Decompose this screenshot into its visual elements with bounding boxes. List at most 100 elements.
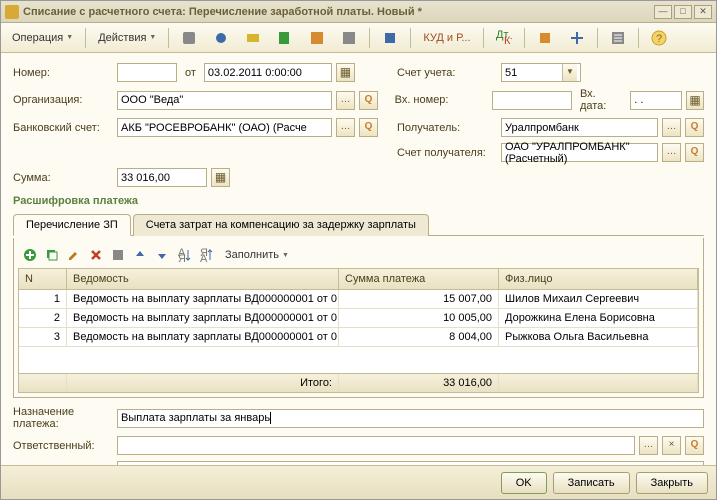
app-icon (5, 5, 19, 19)
bank-pick-button[interactable]: … (336, 118, 355, 137)
org-lookup-button[interactable]: Q (359, 91, 378, 110)
add-row-button[interactable] (20, 245, 40, 265)
sort-asc-button[interactable]: AЯ (174, 245, 194, 265)
toolbar-icon-9[interactable] (562, 26, 592, 50)
recipient-lookup-button[interactable]: Q (685, 118, 704, 137)
app-window: Списание с расчетного счета: Перечислени… (0, 0, 717, 500)
responsible-pick-button[interactable]: … (639, 436, 658, 455)
toolbar-icon-4[interactable] (270, 26, 300, 50)
close-button[interactable]: Закрыть (636, 472, 708, 494)
number-label: Номер: (13, 67, 113, 79)
col-vedomost[interactable]: Ведомость (67, 269, 339, 289)
from-label: от (185, 67, 196, 79)
close-window-button[interactable]: ✕ (694, 5, 712, 19)
sort-desc-button[interactable]: ЯA (196, 245, 216, 265)
total-value: 33 016,00 (339, 374, 499, 392)
col-person[interactable]: Физ.лицо (499, 269, 698, 289)
org-label: Организация: (13, 94, 113, 106)
org-field[interactable]: ООО "Веда" (117, 91, 332, 110)
responsible-field[interactable] (117, 436, 635, 455)
date-field[interactable]: 03.02.2011 0:00:00 (204, 63, 332, 82)
help-button[interactable]: ? (644, 26, 674, 50)
tab-transfer[interactable]: Перечисление ЗП (13, 214, 131, 236)
col-sum[interactable]: Сумма платежа (339, 269, 499, 289)
section-title: Расшифровка платежа (13, 195, 704, 207)
toolbar-icon-7[interactable] (375, 26, 405, 50)
table-row[interactable]: 1 Ведомость на выплату зарплаты ВД000000… (19, 290, 698, 309)
sum-label: Сумма: (13, 172, 113, 184)
main-toolbar: Операция▼ Действия▼ КУД и Р... ДтКт ? (1, 23, 716, 53)
grid-icon-5[interactable] (108, 245, 128, 265)
window-title: Списание с расчетного счета: Перечислени… (23, 6, 654, 18)
bank-label: Банковский счет: (13, 122, 113, 134)
recipient-acc-pick-button[interactable]: … (662, 143, 681, 162)
text-cursor (270, 412, 271, 424)
toolbar-icon-1[interactable] (174, 26, 204, 50)
total-label: Итого: (67, 374, 339, 392)
number-field[interactable] (117, 63, 177, 82)
move-down-button[interactable] (152, 245, 172, 265)
svg-text:Кт: Кт (504, 35, 512, 46)
tabs: Перечисление ЗП Счета затрат на компенса… (13, 213, 704, 236)
maximize-button[interactable]: □ (674, 5, 692, 19)
vh-calendar-button[interactable]: ▦ (686, 91, 704, 110)
org-pick-button[interactable]: … (336, 91, 355, 110)
kud-button[interactable]: КУД и Р... (416, 28, 477, 48)
recipient-acc-lookup-button[interactable]: Q (685, 143, 704, 162)
toolbar-icon-8[interactable] (530, 26, 560, 50)
bank-lookup-button[interactable]: Q (359, 118, 378, 137)
fill-menu[interactable]: Заполнить▼ (218, 245, 296, 265)
toolbar-icon-6[interactable] (334, 26, 364, 50)
calendar-button[interactable]: ▦ (336, 63, 355, 82)
svg-text:Я: Я (178, 253, 186, 262)
recipient-pick-button[interactable]: … (662, 118, 681, 137)
grid-toolbar: AЯ ЯA Заполнить▼ (18, 242, 699, 268)
account-dropdown-icon[interactable]: ▼ (562, 64, 577, 81)
vh-num-label: Вх. номер: (395, 94, 488, 106)
title-bar: Списание с расчетного счета: Перечислени… (1, 1, 716, 23)
recipient-acc-label: Счет получателя: (397, 147, 497, 159)
operation-menu[interactable]: Операция▼ (5, 28, 80, 48)
vh-date-field[interactable]: . . (630, 91, 682, 110)
content-area: Номер: от 03.02.2011 0:00:00 ▦ Счет учет… (1, 53, 716, 465)
responsible-label: Ответственный: (13, 440, 113, 452)
toolbar-icon-10[interactable] (603, 26, 633, 50)
svg-text:A: A (200, 253, 208, 262)
responsible-lookup-button[interactable]: Q (685, 436, 704, 455)
col-n[interactable]: N (19, 269, 67, 289)
toolbar-icon-2[interactable] (206, 26, 236, 50)
recipient-acc-field[interactable]: ОАО "УРАЛПРОМБАНК" (Расчетный) (501, 143, 658, 162)
sum-field[interactable]: 33 016,00 (117, 168, 207, 187)
vh-num-field[interactable] (492, 91, 572, 110)
actions-menu[interactable]: Действия▼ (91, 28, 163, 48)
footer: OK Записать Закрыть (1, 465, 716, 499)
grid-total-row: Итого: 33 016,00 (19, 373, 698, 392)
table-row[interactable]: 3 Ведомость на выплату зарплаты ВД000000… (19, 328, 698, 347)
grid-header: N Ведомость Сумма платежа Физ.лицо (19, 269, 698, 290)
bank-field[interactable]: АКБ "РОСЕВРОБАНК" (ОАО) (Расче (117, 118, 332, 137)
grid-empty-space (19, 347, 698, 373)
recipient-label: Получатель: (397, 122, 497, 134)
svg-text:?: ? (656, 33, 662, 45)
payment-grid: N Ведомость Сумма платежа Физ.лицо 1 Вед… (18, 268, 699, 393)
vh-date-label: Вх. дата: (580, 88, 622, 112)
sum-calc-button[interactable]: ▦ (211, 168, 230, 187)
toolbar-icon-5[interactable] (302, 26, 332, 50)
purpose-field[interactable]: Выплата зарплаты за январь (117, 409, 704, 428)
tab-panel: AЯ ЯA Заполнить▼ N Ведомость Сумма плате… (13, 238, 704, 398)
minimize-button[interactable]: — (654, 5, 672, 19)
delete-row-button[interactable] (86, 245, 106, 265)
recipient-field[interactable]: Уралпромбанк (501, 118, 658, 137)
dt-kt-button[interactable]: ДтКт (489, 26, 519, 50)
table-row[interactable]: 2 Ведомость на выплату зарплаты ВД000000… (19, 309, 698, 328)
tab-compensation[interactable]: Счета затрат на компенсацию за задержку … (133, 214, 429, 236)
responsible-clear-button[interactable]: × (662, 436, 681, 455)
copy-row-button[interactable] (42, 245, 62, 265)
ok-button[interactable]: OK (501, 472, 547, 494)
save-button[interactable]: Записать (553, 472, 630, 494)
move-up-button[interactable] (130, 245, 150, 265)
toolbar-icon-3[interactable] (238, 26, 268, 50)
account-field[interactable]: 51▼ (501, 63, 581, 82)
purpose-label: Назначение платежа: (13, 406, 113, 430)
edit-row-button[interactable] (64, 245, 84, 265)
